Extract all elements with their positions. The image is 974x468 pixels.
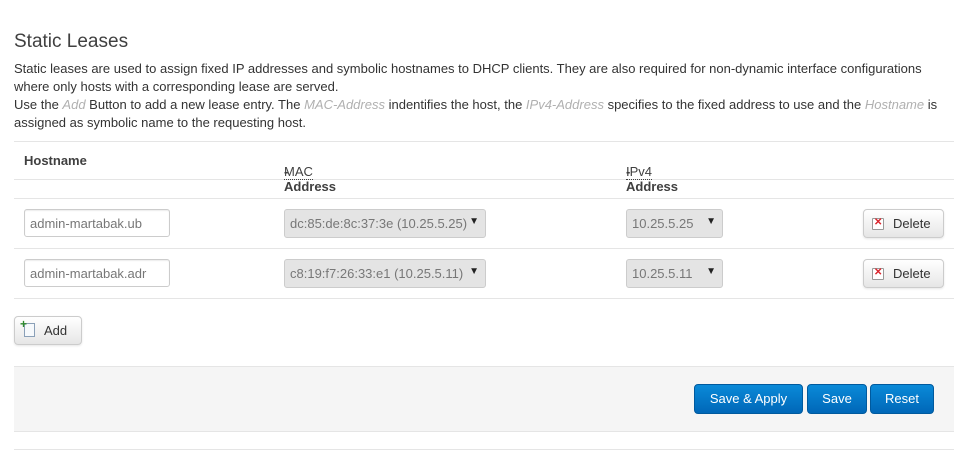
- description-text: Button to add a new lease entry. The: [85, 97, 305, 112]
- header-mac-rest: -Address: [284, 164, 337, 194]
- delete-button-label: Delete: [893, 266, 931, 281]
- ipv4-address-value: 10.25.5.25: [632, 216, 694, 231]
- ipv4-address-value: 10.25.5.11: [632, 266, 693, 281]
- dropdown-caret-icon: ▼: [706, 266, 716, 277]
- table-spacer-row: [14, 180, 954, 199]
- table-row: dc:85:de:8c:37:3e (10.25.5.25) ▼ 10.25.5…: [14, 199, 954, 249]
- add-icon: [20, 317, 35, 337]
- add-button-label: Add: [44, 323, 68, 338]
- table-header: Hostname MAC -Address IPv4 -Address: [14, 141, 954, 194]
- dropdown-caret-icon: ▼: [469, 216, 479, 227]
- description-emphasis: Hostname: [864, 97, 925, 112]
- form-actions-panel: Save & Apply Save Reset: [14, 366, 954, 432]
- bottom-divider: [14, 449, 954, 450]
- dropdown-caret-icon: ▼: [469, 266, 479, 277]
- delete-button[interactable]: Delete: [863, 209, 944, 238]
- mac-address-value: dc:85:de:8c:37:3e (10.25.5.25): [290, 216, 468, 231]
- header-hostname: Hostname: [24, 153, 87, 168]
- description-text: indentifies the host, the: [384, 97, 526, 112]
- description-line1: Static leases are used to assign fixed I…: [14, 61, 922, 94]
- section-title: Static Leases: [14, 31, 129, 52]
- description-emphasis: IPv4-Address: [525, 97, 604, 112]
- description-emphasis: MAC-Address: [304, 97, 385, 112]
- hostname-input[interactable]: [24, 209, 170, 237]
- leases-table: Hostname MAC-Address IPv4-Address dc:85:…: [14, 141, 954, 299]
- description-emphasis: Add: [62, 97, 86, 112]
- delete-button[interactable]: Delete: [863, 259, 944, 288]
- add-button[interactable]: Add: [14, 316, 82, 345]
- ipv4-address-select[interactable]: 10.25.5.25 ▼: [626, 209, 723, 238]
- mac-address-select[interactable]: c8:19:f7:26:33:e1 (10.25.5.11) ▼: [284, 259, 486, 288]
- reset-button[interactable]: Reset: [870, 384, 934, 414]
- mac-address-value: c8:19:f7:26:33:e1 (10.25.5.11): [290, 266, 464, 281]
- save-apply-button[interactable]: Save & Apply: [694, 384, 803, 414]
- table-row: c8:19:f7:26:33:e1 (10.25.5.11) ▼ 10.25.5…: [14, 249, 954, 299]
- delete-button-label: Delete: [893, 216, 931, 231]
- delete-icon: [872, 217, 884, 230]
- hostname-input[interactable]: [24, 259, 170, 287]
- section-description: Static leases are used to assign fixed I…: [14, 60, 954, 132]
- description-text: Use the: [14, 97, 63, 112]
- static-leases-page: Static Leases Static leases are used to …: [0, 0, 974, 468]
- description-text: specifies to the fixed address to use an…: [603, 97, 865, 112]
- mac-address-select[interactable]: dc:85:de:8c:37:3e (10.25.5.25) ▼: [284, 209, 486, 238]
- delete-icon: [872, 267, 884, 280]
- dropdown-caret-icon: ▼: [706, 216, 716, 227]
- header-ip-rest: -Address: [626, 164, 679, 194]
- ipv4-address-select[interactable]: 10.25.5.11 ▼: [626, 259, 723, 288]
- save-button[interactable]: Save: [807, 384, 867, 414]
